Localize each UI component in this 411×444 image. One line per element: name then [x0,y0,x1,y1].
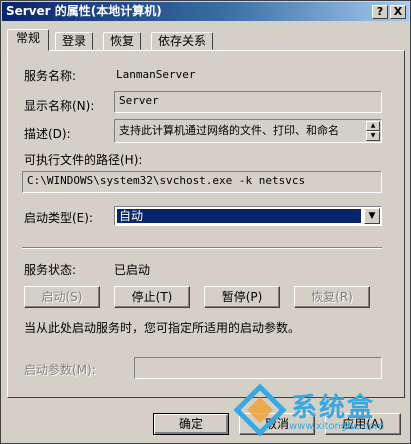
startup-type-value: 自动 [117,209,361,223]
properties-dialog: Server 的属性(本地计算机) ? X 常规 登录 恢复 依存关系 服务名称… [0,0,411,444]
tab-recovery[interactable]: 恢复 [103,32,142,50]
ok-button[interactable]: 确定 [153,413,229,435]
service-name-value: LanmanServer [116,68,196,81]
startup-type-select[interactable]: 自动 ▼ [114,206,382,226]
description-field[interactable]: 支持此计算机通过网络的文件、打印、和命名 [114,119,382,143]
close-button[interactable]: X [390,5,406,19]
path-label: 可执行文件的路径(H): [24,153,143,167]
scroll-up-icon[interactable]: ▲ [366,121,380,131]
description-label: 描述(D): [24,127,71,141]
close-icon: X [393,5,403,18]
resume-button[interactable]: 恢复(R) [294,286,370,308]
description-text: 支持此计算机通过网络的文件、打印、和命名 [119,124,339,137]
watermark-text: 系统盒 [291,393,376,423]
start-params-label: 启动参数(M): [24,363,96,377]
chevron-down-icon[interactable]: ▼ [364,208,380,224]
description-scrollbar[interactable]: ▲ ▼ [366,121,380,141]
tab-logon[interactable]: 登录 [55,32,94,50]
display-name-field[interactable]: Server [114,91,382,113]
title-bar[interactable]: Server 的属性(本地计算机) ? X [2,2,409,21]
display-name-label: 显示名称(N): [24,99,95,113]
service-name-label: 服务名称: [24,69,77,83]
separator [22,247,382,249]
watermark-logo: 系统盒 www.xitonghe.com [229,381,409,441]
watermark-url: www.xitonghe.com [289,421,385,432]
help-button[interactable]: ? [372,5,388,19]
service-status-label: 服务状态: [24,263,77,277]
hint-text: 当从此处启动服务时，您可指定所适用的启动参数。 [24,321,301,335]
start-button[interactable]: 启动(S) [24,286,100,308]
pause-button[interactable]: 暂停(P) [204,286,280,308]
stop-button[interactable]: 停止(T) [114,286,190,308]
tab-dependencies[interactable]: 依存关系 [151,32,214,50]
watermark-icon [233,383,287,437]
path-field: C:\WINDOWS\system32\svchost.exe -k netsv… [22,171,382,193]
tab-general[interactable]: 常规 [7,29,50,51]
service-status-value: 已启动 [114,263,151,277]
start-params-field[interactable] [134,357,382,379]
startup-type-label: 启动类型(E): [24,211,93,225]
window-title: Server 的属性(本地计算机) [6,4,162,18]
general-tab-panel: 服务名称: LanmanServer 显示名称(N): Server 描述(D)… [7,50,405,398]
scroll-down-icon[interactable]: ▼ [366,131,380,141]
